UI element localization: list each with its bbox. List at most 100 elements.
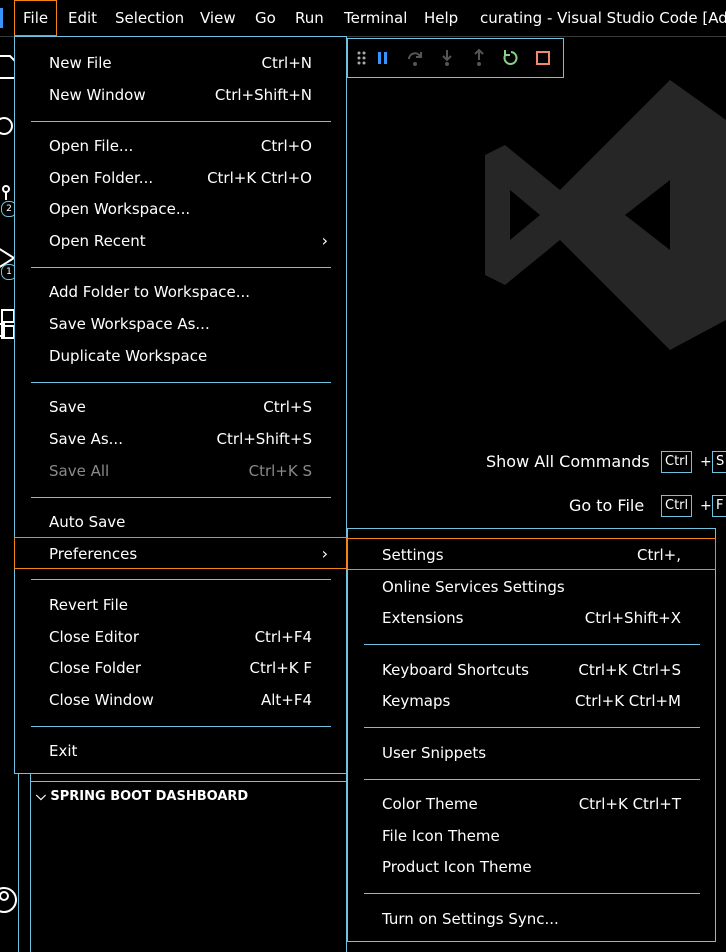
menu-item-color-theme[interactable]: Color Theme Ctrl+K Ctrl+T	[348, 788, 715, 820]
step-over-icon[interactable]	[405, 48, 425, 68]
menu-item-save-all: Save All Ctrl+K S	[15, 455, 346, 487]
menu-terminal[interactable]: Terminal	[336, 0, 415, 36]
menu-item-preferences[interactable]: Preferences ›	[14, 537, 347, 569]
debug-toolbar	[347, 38, 564, 78]
menu-item-label: Open Folder...	[49, 169, 154, 187]
menu-item-product-icon-theme[interactable]: Product Icon Theme	[348, 851, 715, 883]
menu-item-label: Settings	[382, 546, 444, 564]
menu-item-save-workspace-as[interactable]: Save Workspace As...	[15, 308, 346, 340]
menu-item-label: Keymaps	[382, 692, 451, 710]
menu-item-shortcut: Ctrl+K S	[248, 462, 312, 480]
menu-item-label: Save As...	[49, 430, 123, 448]
menu-separator	[364, 644, 700, 645]
menu-item-label: Save Workspace As...	[49, 315, 210, 333]
menu-item-save[interactable]: Save Ctrl+S	[15, 391, 346, 423]
menu-item-shortcut: Ctrl+F4	[254, 628, 312, 646]
menu-item-shortcut: Ctrl+K Ctrl+S	[578, 661, 681, 679]
menu-item-label: Add Folder to Workspace...	[49, 283, 251, 301]
vscode-logo-icon[interactable]	[0, 8, 3, 28]
menu-separator	[31, 579, 331, 580]
preferences-submenu: Settings Ctrl+, Online Services Settings…	[347, 528, 716, 942]
plus-sign: +	[700, 498, 712, 514]
section-divider	[30, 781, 347, 782]
menu-item-add-folder[interactable]: Add Folder to Workspace...	[15, 276, 346, 308]
file-menu: New File Ctrl+N New Window Ctrl+Shift+N …	[14, 36, 347, 774]
menu-item-close-window[interactable]: Close Window Alt+F4	[15, 684, 346, 716]
menu-view[interactable]: View	[192, 0, 244, 36]
menu-item-open-folder[interactable]: Open Folder... Ctrl+K Ctrl+O	[15, 162, 346, 194]
menu-go[interactable]: Go	[247, 0, 284, 36]
menu-item-online-services-settings[interactable]: Online Services Settings	[348, 571, 715, 603]
menu-item-label: Online Services Settings	[382, 578, 565, 596]
menu-item-shortcut: Ctrl+N	[261, 54, 312, 72]
menu-item-label: Open File...	[49, 137, 134, 155]
menu-item-new-window[interactable]: New Window Ctrl+Shift+N	[15, 79, 346, 111]
menu-item-auto-save[interactable]: Auto Save	[15, 506, 346, 538]
menu-item-label: Auto Save	[49, 513, 126, 531]
menu-item-file-icon-theme[interactable]: File Icon Theme	[348, 820, 715, 852]
drag-handle-icon[interactable]	[352, 48, 372, 68]
menu-item-shortcut: Ctrl+Shift+X	[584, 609, 681, 627]
menu-item-revert-file[interactable]: Revert File	[15, 589, 346, 621]
menu-item-shortcut: Ctrl+,	[636, 546, 681, 564]
menu-run[interactable]: Run	[287, 0, 332, 36]
menu-item-label: Save	[49, 398, 86, 416]
menu-item-label: Close Editor	[49, 628, 140, 646]
menu-item-label: Duplicate Workspace	[49, 347, 208, 365]
menu-help[interactable]: Help	[416, 0, 466, 36]
chevron-right-icon: ›	[321, 231, 328, 250]
pause-icon[interactable]	[373, 48, 393, 68]
menu-item-label: Save All	[49, 462, 110, 480]
menu-separator	[31, 726, 331, 727]
menu-item-open-workspace[interactable]: Open Workspace...	[15, 193, 346, 225]
menu-item-new-file[interactable]: New File Ctrl+N	[15, 47, 346, 79]
menu-item-close-editor[interactable]: Close Editor Ctrl+F4	[15, 621, 346, 653]
chevron-down-icon: ⌵	[36, 789, 46, 804]
kbd-key: F	[712, 495, 726, 517]
menu-item-shortcut: Ctrl+K Ctrl+T	[578, 795, 681, 813]
menu-selection[interactable]: Selection	[107, 0, 192, 36]
menu-item-keymaps[interactable]: Keymaps Ctrl+K Ctrl+M	[348, 685, 715, 717]
menu-item-keyboard-shortcuts[interactable]: Keyboard Shortcuts Ctrl+K Ctrl+S	[348, 654, 715, 686]
menu-item-save-as[interactable]: Save As... Ctrl+Shift+S	[15, 423, 346, 455]
menu-separator	[31, 121, 331, 122]
menu-item-label: Close Window	[49, 691, 154, 709]
menu-item-shortcut: Ctrl+S	[263, 398, 312, 416]
menu-item-turn-on-settings-sync[interactable]: Turn on Settings Sync...	[348, 903, 715, 935]
menu-item-label: File Icon Theme	[382, 827, 500, 845]
menu-item-label: Product Icon Theme	[382, 858, 532, 876]
menu-separator	[31, 497, 331, 498]
kbd-ctrl: Ctrl	[661, 495, 693, 517]
menu-item-extensions[interactable]: Extensions Ctrl+Shift+X	[348, 602, 715, 634]
menu-item-close-folder[interactable]: Close Folder Ctrl+K F	[15, 652, 346, 684]
account-icon[interactable]	[0, 886, 18, 913]
window-title: curating - Visual Studio Code [Admin	[480, 9, 726, 27]
menu-item-duplicate-workspace[interactable]: Duplicate Workspace	[15, 340, 346, 372]
menu-file[interactable]: File	[14, 0, 58, 36]
menu-edit[interactable]: Edit	[60, 0, 105, 36]
menu-item-settings[interactable]: Settings Ctrl+,	[347, 538, 716, 570]
menu-item-label: User Snippets	[382, 744, 487, 762]
menu-item-label: New File	[49, 54, 112, 72]
menu-item-open-file[interactable]: Open File... Ctrl+O	[15, 130, 346, 162]
kbd-ctrl: Ctrl	[661, 451, 693, 473]
menu-item-user-snippets[interactable]: User Snippets	[348, 737, 715, 769]
menu-item-label: Color Theme	[382, 795, 478, 813]
menu-bar: File Edit Selection View Go Run Terminal…	[0, 0, 726, 37]
menu-item-label: Close Folder	[49, 659, 141, 677]
menu-item-shortcut: Ctrl+Shift+S	[216, 430, 312, 448]
menu-item-label: Exit	[49, 742, 78, 760]
menu-separator	[364, 893, 700, 894]
menu-item-shortcut: Alt+F4	[260, 691, 312, 709]
step-into-icon[interactable]	[437, 48, 457, 68]
plus-sign: +	[700, 454, 712, 470]
step-out-icon[interactable]	[469, 48, 489, 68]
spring-boot-dashboard-header[interactable]: ⌵ SPRING BOOT DASHBOARD	[36, 785, 248, 809]
menu-item-label: Turn on Settings Sync...	[382, 910, 559, 928]
restart-icon[interactable]	[501, 48, 521, 68]
menu-item-exit[interactable]: Exit	[15, 735, 346, 767]
stop-icon[interactable]	[533, 48, 553, 68]
menu-item-shortcut: Ctrl+Shift+N	[214, 86, 312, 104]
menu-item-open-recent[interactable]: Open Recent ›	[15, 225, 346, 257]
menu-item-label: Extensions	[382, 609, 464, 627]
